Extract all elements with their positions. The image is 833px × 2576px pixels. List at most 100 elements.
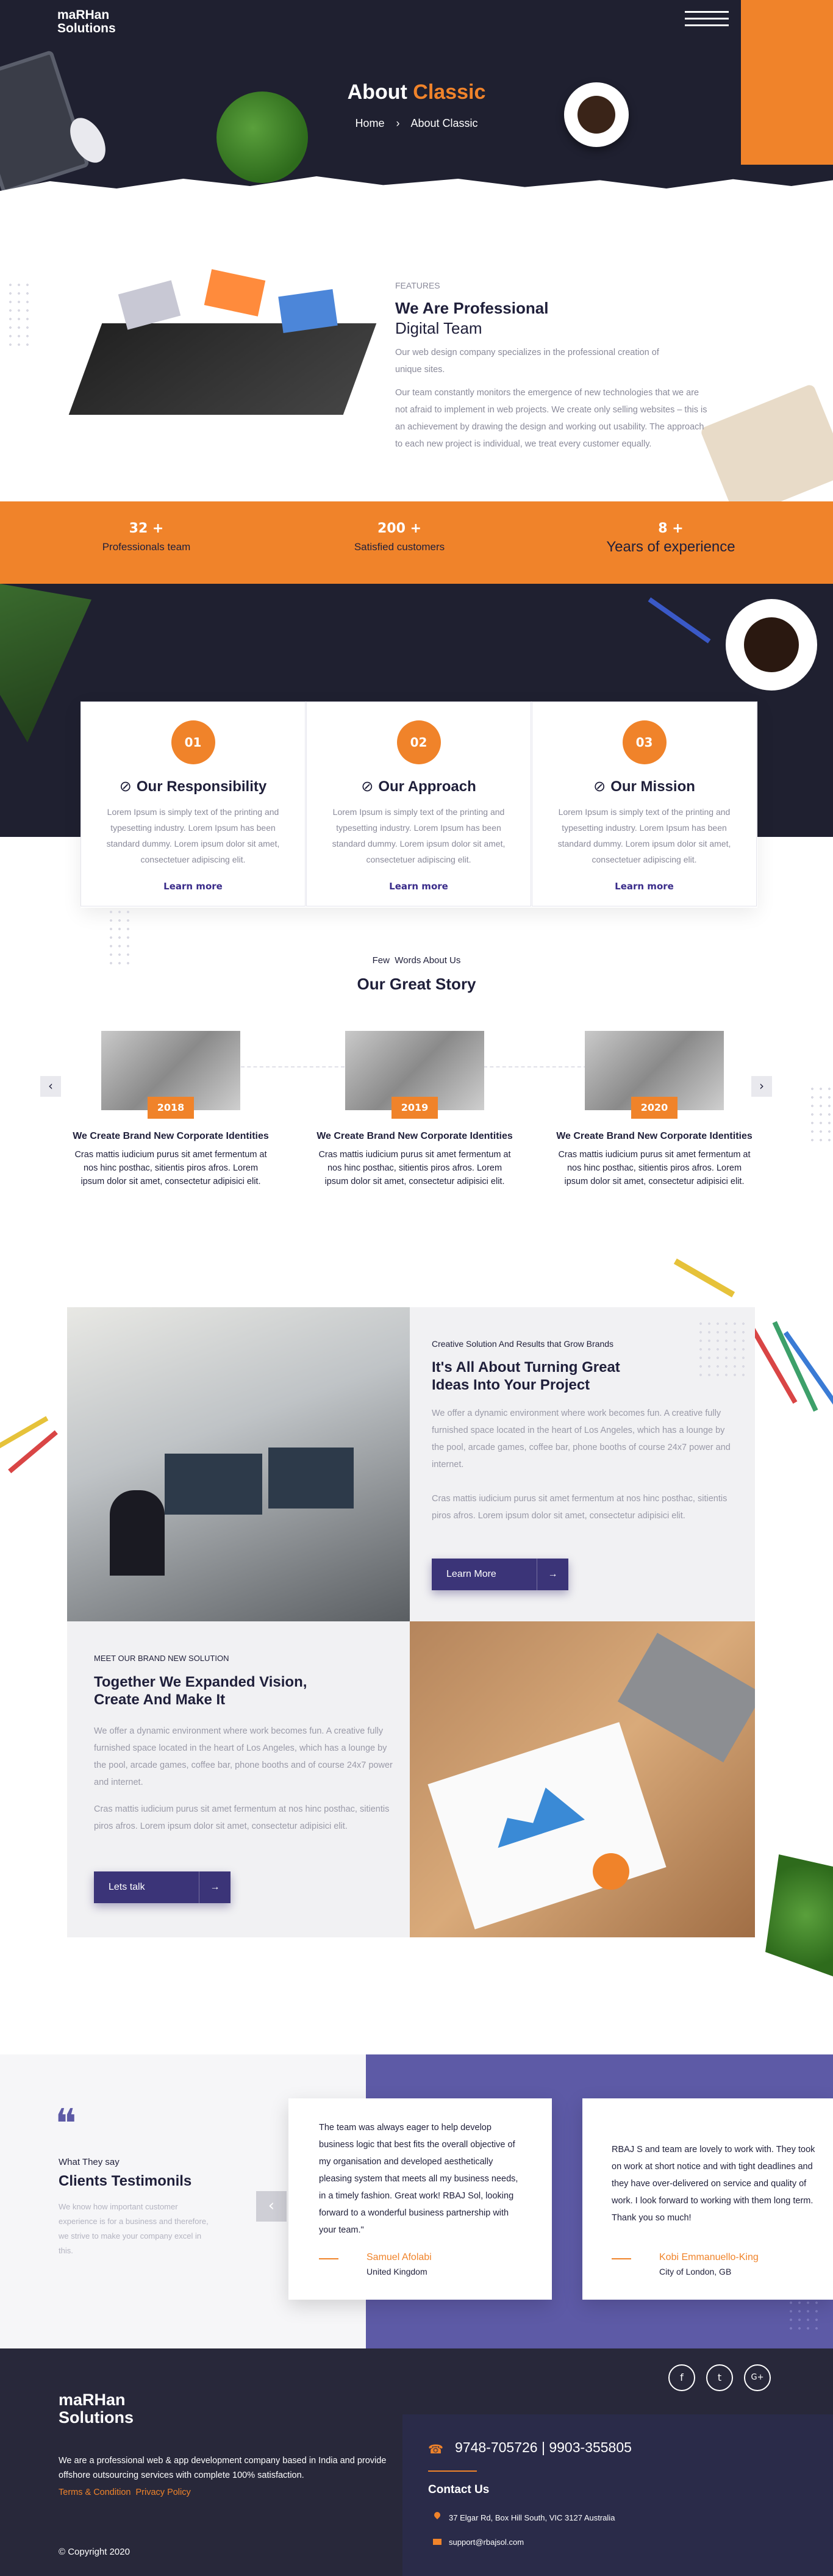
twitter-icon[interactable]: t	[706, 2364, 733, 2391]
learn-more-button[interactable]: Learn More →	[432, 1559, 568, 1590]
story-item-text: Cras mattis iudicium purus sit amet ferm…	[558, 1150, 751, 1186]
footer-email[interactable]: support@rbajsol.com	[449, 2535, 524, 2550]
value-card: 02 ⊘ Our Approach Lorem Ipsum is simply t…	[306, 701, 531, 906]
brand-logo[interactable]: maRHan Solutions	[57, 9, 116, 35]
solution-box: Creative Solution And Results that Grow …	[410, 1307, 755, 1621]
brand-line1: maRHan	[57, 8, 110, 22]
solution-paragraph-1: We offer a dynamic environment where wor…	[94, 1726, 393, 1787]
page-title-a: About	[347, 81, 413, 104]
pencils-image	[0, 1403, 61, 1476]
stat-number: 200 +	[377, 521, 421, 536]
testimonials-text: We know how important customer experienc…	[59, 2202, 209, 2255]
story-item-title: We Create Brand New Corporate Identities	[316, 1131, 513, 1141]
story-title: Our Great Story	[357, 975, 476, 993]
solution-paragraph-1: We offer a dynamic environment where wor…	[432, 1408, 731, 1469]
solution-box: MEET OUR BRAND NEW SOLUTION Together We …	[67, 1621, 410, 1937]
testimonials-kicker: What They say	[59, 2157, 120, 2167]
story-item-title: We Create Brand New Corporate Identities	[556, 1131, 753, 1141]
card-text: Lorem Ipsum is simply text of the printi…	[106, 807, 280, 864]
learn-more-link[interactable]: Learn more	[307, 881, 531, 892]
palm-leaf-image	[0, 584, 91, 742]
stat-number: 32 +	[129, 521, 164, 536]
google-plus-icon[interactable]: G+	[744, 2364, 771, 2391]
breadcrumb-home[interactable]: Home	[355, 117, 384, 129]
page-title-b: Classic	[413, 81, 486, 104]
card-title: ⊘ Our Approach	[307, 778, 531, 795]
values-cards: 01 ⊘ Our Responsibility Lorem Ipsum is si…	[80, 701, 757, 908]
stat-label: Years of experience	[606, 539, 735, 555]
solution-heading: It's All About Turning Great Ideas Into …	[432, 1359, 620, 1393]
dots-decoration	[6, 281, 30, 348]
footer-logo[interactable]: maRHan Solutions	[59, 2391, 134, 2427]
solution-kicker: Creative Solution And Results that Grow …	[432, 1339, 614, 1349]
testimonial-location: City of London, GB	[659, 2267, 732, 2276]
button-label: Lets talk	[109, 1882, 145, 1892]
story-item-title: We Create Brand New Corporate Identities	[73, 1131, 269, 1141]
pencil-image	[648, 597, 711, 644]
dots-decoration	[696, 1319, 745, 1380]
year-badge: 2019	[391, 1097, 438, 1119]
check-circle-icon: ⊘	[119, 778, 132, 795]
check-circle-icon: ⊘	[361, 778, 374, 795]
year-badge: 2020	[631, 1097, 677, 1119]
card-title-text: Our Mission	[610, 778, 695, 795]
card-number-badge: 02	[396, 720, 441, 764]
contact-title: Contact Us	[428, 2483, 490, 2496]
privacy-link[interactable]: Privacy Policy	[136, 2488, 191, 2497]
dots-decoration	[787, 2298, 823, 2335]
name-divider	[612, 2258, 631, 2259]
chevron-right-icon: ›	[396, 117, 400, 129]
arrow-right-icon: →	[537, 1559, 568, 1590]
arrow-right-icon: →	[199, 1871, 231, 1903]
card-title: ⊘ Our Responsibility	[81, 778, 305, 795]
features-heading-bold: We Are Professional	[395, 299, 549, 317]
desk-photo	[410, 1621, 755, 1937]
solution-kicker: MEET OUR BRAND NEW SOLUTION	[94, 1654, 229, 1663]
stat-number: 8 +	[658, 521, 684, 536]
stat-item: 32 + Professionals team	[79, 521, 213, 553]
card-title-text: Our Approach	[378, 778, 476, 795]
footer-phone[interactable]: 9748-705726 | 9903-355805	[455, 2440, 632, 2455]
testimonial-text: The team was always eager to help develo…	[319, 2123, 518, 2235]
hero-banner: maRHan Solutions About Classic Home › Ab…	[0, 0, 833, 201]
solution-paragraph-2: Cras mattis iudicium purus sit amet ferm…	[94, 1804, 390, 1831]
story-item-text: Cras mattis iudicium purus sit amet ferm…	[74, 1150, 267, 1186]
testimonials-title: Clients Testimonils	[59, 2173, 192, 2189]
year-badge: 2018	[148, 1097, 194, 1119]
footer-about: We are a professional web & app developm…	[59, 2456, 387, 2480]
footer-address: 37 Elgar Rd, Box Hill South, VIC 3127 Au…	[449, 2513, 615, 2522]
story-item: 2020 We Create Brand New Corporate Ident…	[545, 1031, 764, 1188]
features-paragraph-2: Our team constantly monitors the emergen…	[395, 388, 707, 449]
features-section: FEATURES We Are Professional Digital Tea…	[0, 201, 833, 520]
features-laptop-image	[699, 383, 833, 520]
testimonials-prev-button[interactable]: ‹	[256, 2191, 287, 2222]
learn-more-link[interactable]: Learn more	[532, 881, 756, 892]
menu-hamburger-icon[interactable]	[685, 6, 729, 31]
copyright: © Copyright 2020	[59, 2547, 130, 2557]
footer-social: f t G+	[668, 2364, 778, 2392]
lets-talk-button[interactable]: Lets talk →	[94, 1871, 231, 1903]
stat-label: Satisfied customers	[354, 541, 445, 553]
card-number-badge: 03	[622, 720, 667, 764]
email-icon	[433, 2539, 442, 2545]
pencil-image	[673, 1258, 735, 1297]
solution-paragraph-2: Cras mattis iudicium purus sit amet ferm…	[432, 1494, 728, 1521]
stats-band: 32 + Professionals team 200 + Satisfied …	[0, 501, 833, 584]
terms-link[interactable]: Terms & Condition	[59, 2488, 130, 2497]
name-divider	[319, 2258, 338, 2259]
footer-links: Terms & Condition Privacy Policy	[59, 2485, 191, 2500]
plant-image	[765, 1854, 833, 1976]
dots-decoration	[808, 1085, 832, 1146]
card-text: Lorem Ipsum is simply text of the printi…	[557, 807, 731, 864]
card-title-text: Our Responsibility	[136, 778, 267, 795]
brand-line1: maRHan	[59, 2391, 126, 2409]
quote-icon: ❝	[55, 2100, 77, 2147]
torn-paper-edge	[0, 176, 833, 201]
story-prev-button[interactable]: ‹	[40, 1076, 61, 1097]
stat-label: Professionals team	[102, 541, 191, 553]
coffee-cup-image	[726, 599, 817, 691]
facebook-icon[interactable]: f	[668, 2364, 695, 2391]
learn-more-link[interactable]: Learn more	[81, 881, 305, 892]
check-circle-icon: ⊘	[593, 778, 606, 795]
button-label: Learn More	[446, 1569, 496, 1579]
